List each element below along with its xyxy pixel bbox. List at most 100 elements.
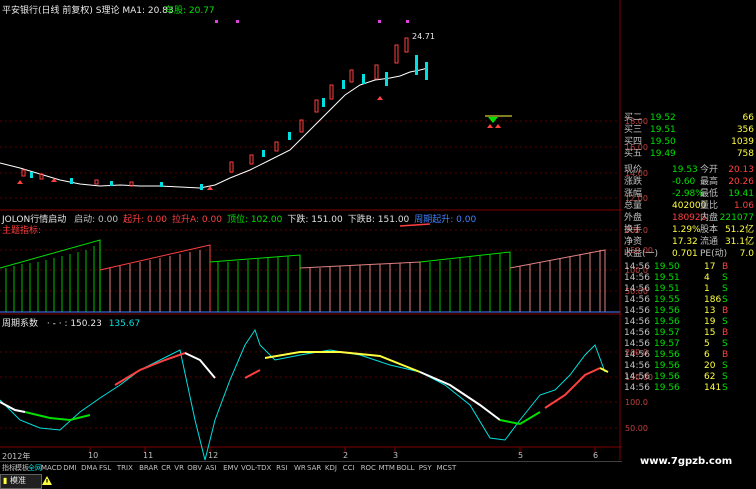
tick-side: S — [722, 361, 728, 371]
month-label: 3 — [393, 451, 399, 460]
tick-time: 14:56 — [624, 372, 650, 382]
tick-price: 19.57 — [654, 339, 680, 349]
indicator-tab[interactable]: PSY — [419, 462, 432, 474]
indicator-tab[interactable]: 模板 — [15, 462, 29, 474]
trade-tick-row: 14:56 19.56 13 B — [622, 306, 756, 317]
tick-price: 19.51 — [654, 284, 680, 294]
tick-side: S — [722, 372, 728, 382]
tick-price: 19.56 — [654, 317, 680, 327]
month-label: 2 — [343, 451, 349, 460]
stat-label: 最低 — [700, 189, 719, 199]
stat-value: 1.29% — [672, 225, 701, 235]
indicator-tab[interactable]: CR — [161, 462, 171, 474]
stat-value: 17.32 — [672, 237, 698, 247]
bid-level-row: 买二 19.52 66 — [622, 112, 756, 124]
tick-time: 14:56 — [624, 306, 650, 316]
indicator-tab[interactable]: EMV — [223, 462, 238, 474]
indicator2-header[interactable]: 周期系数 · - · : 150.23 135.67 — [2, 316, 140, 329]
indicator1-header[interactable]: JOLON行情启动 启动: 0.00 起升: 0.00 拉升A: 0.00 顶位: 1… — [2, 212, 476, 225]
indicator-tab[interactable]: MCST — [437, 462, 457, 474]
candlesticks — [21, 37, 428, 190]
indicator-tab[interactable]: FSL — [99, 462, 111, 474]
indicator2-title: 周期系数 — [2, 319, 39, 329]
warning-icon[interactable] — [42, 476, 52, 488]
indicator-tab[interactable]: CCI — [343, 462, 355, 474]
tick-price: 19.51 — [654, 273, 680, 283]
tick-time: 14:56 — [624, 273, 650, 283]
stat-value: -0.60 — [672, 177, 696, 187]
stat-label: 现价 — [624, 165, 643, 175]
tick-price: 19.56 — [654, 361, 680, 371]
indicator-tab[interactable]: BRAR — [139, 462, 158, 474]
stat-row: 涨幅 -2.98% 最低 19.41 — [622, 188, 756, 200]
tick-side: B — [722, 306, 729, 316]
indicator-tab[interactable]: 全网 — [28, 462, 42, 474]
tick-time: 14:56 — [624, 284, 650, 294]
indicator-tab[interactable]: VOL-TDX — [241, 462, 271, 474]
stat-row: 净资 17.32 流通 31.1亿 — [622, 236, 756, 248]
bid-level-name: 买三 — [624, 125, 643, 135]
bid-level-volume: 1039 — [731, 137, 754, 147]
kline-chart[interactable] — [0, 0, 622, 487]
quote-panel: 买二 19.52 66 买三 19.51 356 买四 19.50 1039 买五 19.49 758… — [622, 112, 756, 457]
indicator-tab[interactable]: SAR — [307, 462, 321, 474]
bid-level-name: 买四 — [624, 137, 643, 147]
indicator-tab[interactable]: TRIX — [117, 462, 133, 474]
buy-arrow-markers — [17, 96, 501, 190]
indicator-tab[interactable]: MTM — [379, 462, 395, 474]
indicator1-field: 下跌: 151.00 — [287, 215, 343, 225]
tick-volume: 141 — [704, 383, 722, 393]
indicator-tab[interactable]: DMA — [81, 462, 97, 474]
trade-tick-row: 14:56 19.51 1 S — [622, 284, 756, 295]
toolbar-label: 模准 — [9, 476, 26, 485]
tick-time: 14:56 — [624, 383, 650, 393]
indicator-tab[interactable]: KDJ — [325, 462, 337, 474]
stat-row: 收益(一) 0.701 PE(动) 7.0 — [622, 248, 756, 260]
indicator-tab[interactable]: MACD — [41, 462, 62, 474]
indicator-tab[interactable]: ROC — [361, 462, 376, 474]
tick-volume: 1 — [704, 284, 710, 294]
stat-label: 量比 — [700, 201, 719, 211]
stat-row: 外盘 180923 内盘 221077 — [622, 212, 756, 224]
bid-level-row: 买四 19.50 1039 — [622, 136, 756, 148]
tick-side: S — [722, 273, 728, 283]
bid-level-price: 19.49 — [650, 149, 676, 159]
indicator-tab[interactable]: BOLL — [397, 462, 415, 474]
tick-side: B — [722, 262, 729, 272]
indicator-tab[interactable]: WR — [294, 462, 306, 474]
indicator2-value-1: · - · : 150.23 — [46, 319, 102, 329]
month-label: 12 — [208, 451, 219, 460]
trade-tick-row: 14:56 19.55 186 S — [622, 295, 756, 306]
stat-value: 19.41 — [728, 189, 754, 199]
tick-price: 19.56 — [654, 372, 680, 382]
tick-side: S — [722, 284, 728, 294]
chart-title: 平安银行(日线 前复权) S理论 MA1: 20.83 — [2, 6, 174, 16]
stat-label: 流通 — [700, 237, 719, 247]
indicator-tab[interactable]: DMI — [63, 462, 77, 474]
stat-value: 20.26 — [728, 177, 754, 187]
indicator-tab[interactable]: VR — [174, 462, 184, 474]
bid-level-volume: 66 — [742, 113, 754, 123]
indicator-tab[interactable]: RSI — [276, 462, 287, 474]
tick-side: B — [722, 328, 729, 338]
stat-label: 净资 — [624, 237, 643, 247]
stat-label: 外盘 — [624, 213, 643, 223]
peak-price-label: 24.71 — [412, 32, 435, 41]
trade-tick-row: 14:56 19.56 20 S — [622, 361, 756, 372]
bid-level-price: 19.50 — [650, 137, 676, 147]
trade-tick-row: 14:56 19.56 141 S — [622, 383, 756, 394]
indicator-tab[interactable]: OBV — [187, 462, 202, 474]
indicator1-sublabel: 主题指标: — [2, 226, 42, 236]
indicator-tab[interactable]: ASI — [205, 462, 216, 474]
indicator2-value-2: 135.67 — [108, 319, 141, 329]
tick-volume: 13 — [704, 306, 716, 316]
tick-time: 14:56 — [624, 361, 650, 371]
stat-value: 19.53 — [672, 165, 698, 175]
tick-volume: 62 — [704, 372, 716, 382]
stat-row: 换手 1.29% 股本 51.2亿 — [622, 224, 756, 236]
indicator-tab[interactable]: 指标 — [2, 462, 16, 474]
tick-price: 19.56 — [654, 383, 680, 393]
tick-side: S — [722, 317, 728, 327]
tick-time: 14:56 — [624, 328, 650, 338]
tick-volume: 17 — [704, 262, 716, 272]
